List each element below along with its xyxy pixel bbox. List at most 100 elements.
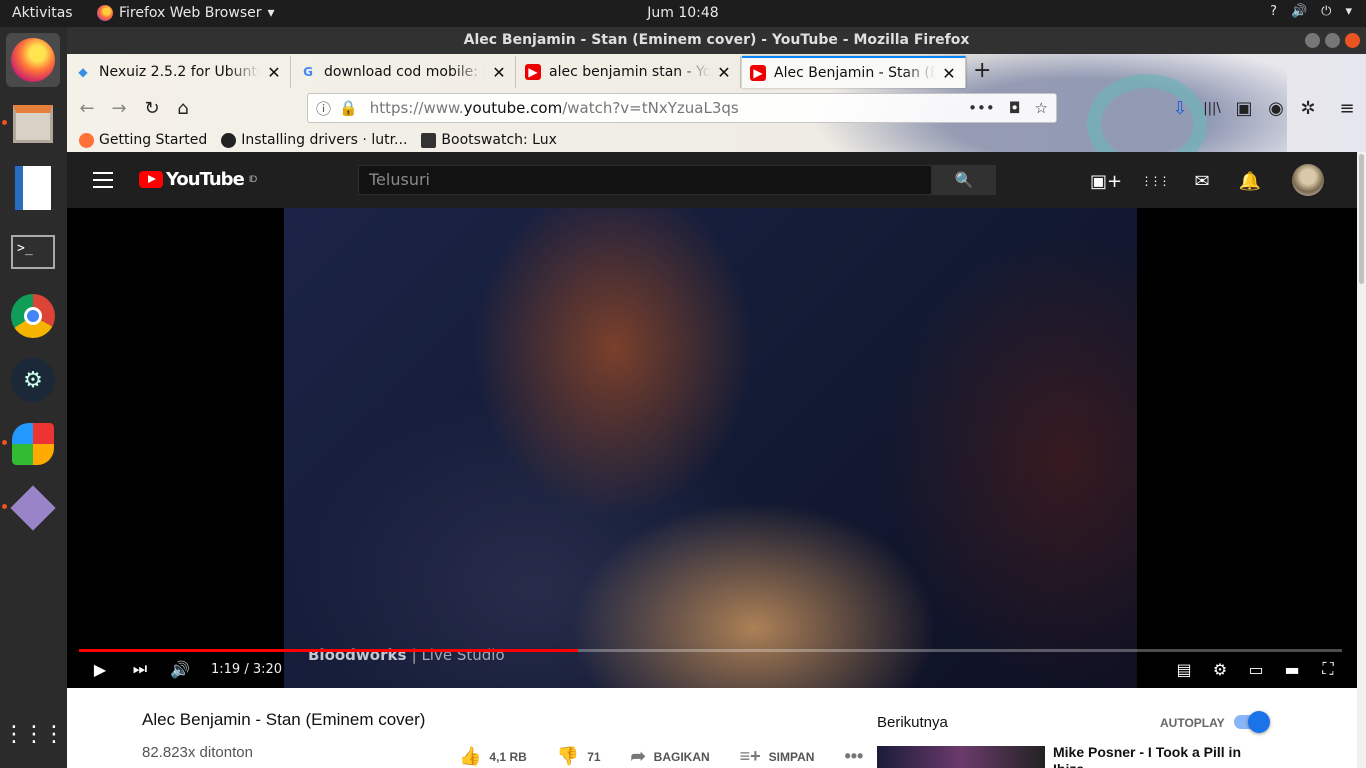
- system-tray[interactable]: ? 🔊 ⏻ ▾: [1270, 4, 1352, 19]
- tab-title: download cod mobile: lek: [324, 64, 485, 80]
- running-indicator: [2, 120, 7, 125]
- next-video-thumbnail[interactable]: [877, 746, 1045, 768]
- messages-icon[interactable]: ✉: [1190, 169, 1214, 193]
- url-path: /watch?v=tNxYzuaL3qs: [562, 99, 739, 117]
- tab-title: Nexuiz 2.5.2 for Ubuntu -: [99, 64, 260, 80]
- youtube-header: YouTube ID Telusuri 🔍 ▣+ ⋮⋮⋮ ✉ 🔔: [67, 152, 1357, 208]
- bookmark-getting-started[interactable]: Getting Started: [79, 132, 207, 148]
- video-player[interactable]: Bloodworks | Live Studio ▶ ⏭ 🔊 1:19 / 3:…: [67, 208, 1357, 688]
- close-tab-icon[interactable]: ✕: [266, 63, 282, 82]
- url-scheme: https://www.: [369, 99, 464, 117]
- volume-icon[interactable]: 🔊: [1291, 4, 1307, 19]
- dock-playonlinux[interactable]: [6, 417, 60, 471]
- bookmark-label: Installing drivers · lutr...: [241, 132, 408, 148]
- hamburger-menu-icon[interactable]: ≡: [1333, 94, 1361, 122]
- close-tab-icon[interactable]: ✕: [491, 63, 507, 82]
- account-icon[interactable]: ◉: [1262, 94, 1290, 122]
- scrollbar-thumb[interactable]: [1359, 154, 1364, 284]
- dock-steam[interactable]: ⚙: [6, 353, 60, 407]
- video-frame[interactable]: Bloodworks | Live Studio: [284, 208, 1137, 688]
- chrome-icon: [11, 294, 55, 338]
- miniplayer-button[interactable]: ▭: [1247, 660, 1265, 679]
- library-icon[interactable]: |||\: [1198, 94, 1226, 122]
- reload-button[interactable]: ↻: [138, 94, 166, 122]
- sidebar-icon[interactable]: ▣: [1230, 94, 1258, 122]
- downloads-icon[interactable]: ⇩: [1166, 94, 1194, 122]
- search-input[interactable]: Telusuri: [358, 165, 932, 195]
- page-scrollbar[interactable]: [1357, 152, 1366, 768]
- github-icon: [221, 132, 237, 148]
- search-button[interactable]: 🔍: [932, 165, 996, 195]
- dock-firefox[interactable]: [6, 33, 60, 87]
- extension-icon[interactable]: ✲: [1294, 94, 1322, 122]
- share-icon[interactable]: ➦: [631, 746, 646, 767]
- files-icon: [13, 105, 53, 143]
- window-title: Alec Benjamin - Stan (Eminem cover) - Yo…: [463, 32, 970, 48]
- page-actions-icon[interactable]: •••: [968, 99, 995, 117]
- bookmark-installing-drivers[interactable]: Installing drivers · lutr...: [221, 132, 407, 148]
- save-playlist-icon[interactable]: ≡+: [740, 746, 761, 767]
- new-tab-button[interactable]: +: [973, 58, 991, 83]
- apps-icon[interactable]: ⋮⋮⋮: [1141, 169, 1171, 193]
- settings-button[interactable]: ⚙: [1211, 660, 1229, 679]
- clock[interactable]: Jum 10:48: [0, 5, 1366, 21]
- tab-youtube-video[interactable]: ▶ Alec Benjamin - Stan (Emi ✕: [742, 56, 966, 88]
- tab-google-search[interactable]: G download cod mobile: lek ✕: [292, 56, 516, 88]
- youtube-logo[interactable]: YouTube ID: [139, 169, 257, 190]
- progress-fill: [79, 649, 578, 652]
- home-button[interactable]: ⌂: [169, 94, 197, 122]
- view-count: 82.823x ditonton: [142, 744, 253, 761]
- theater-mode-button[interactable]: ▬: [1283, 660, 1301, 679]
- youtube-play-icon: [139, 171, 163, 188]
- playonlinux-icon: [12, 423, 54, 465]
- dock-chrome[interactable]: [6, 289, 60, 343]
- save-button[interactable]: SIMPAN: [769, 750, 815, 764]
- share-button[interactable]: BAGIKAN: [654, 750, 710, 764]
- more-actions-icon[interactable]: •••: [844, 746, 863, 767]
- play-button[interactable]: ▶: [91, 660, 109, 679]
- pocket-icon[interactable]: ◘: [1009, 99, 1021, 117]
- maximize-button[interactable]: [1325, 33, 1340, 48]
- tab-nexuiz[interactable]: ◆ Nexuiz 2.5.2 for Ubuntu - ✕: [67, 56, 291, 88]
- show-applications-button[interactable]: ⋮⋮⋮: [3, 707, 65, 761]
- help-icon[interactable]: ?: [1270, 4, 1277, 19]
- dock-app[interactable]: [6, 481, 60, 535]
- dock-writer[interactable]: [6, 161, 60, 215]
- power-icon[interactable]: ⏻: [1321, 4, 1331, 19]
- next-video-button[interactable]: ⏭: [131, 659, 149, 678]
- page-actions: ••• ◘ ☆: [968, 99, 1056, 117]
- back-button[interactable]: ←: [73, 94, 101, 122]
- progress-bar[interactable]: [79, 649, 1342, 652]
- close-tab-icon[interactable]: ✕: [716, 63, 732, 82]
- bookmark-bootswatch[interactable]: Bootswatch: Lux: [421, 132, 557, 148]
- toggle-knob: [1248, 711, 1270, 733]
- tab-youtube-search[interactable]: ▶ alec benjamin stan - YouT ✕: [517, 56, 741, 88]
- minimize-button[interactable]: [1305, 33, 1320, 48]
- site-info-icon[interactable]: ⓘ: [316, 98, 331, 119]
- like-count[interactable]: 4,1 RB: [489, 750, 526, 764]
- bookmark-label: Bootswatch: Lux: [441, 132, 557, 148]
- google-favicon-icon: G: [303, 65, 313, 79]
- autoplay-label: AUTOPLAY: [1160, 716, 1225, 730]
- volume-button[interactable]: 🔊: [170, 660, 190, 679]
- subtitles-button[interactable]: ▤: [1175, 660, 1193, 679]
- fullscreen-button[interactable]: ⛶: [1319, 659, 1337, 678]
- dislike-icon[interactable]: 👎: [557, 746, 579, 767]
- like-icon[interactable]: 👍: [459, 746, 481, 767]
- guide-menu-icon[interactable]: [93, 172, 113, 188]
- tab-title: alec benjamin stan - YouT: [549, 64, 710, 80]
- avatar[interactable]: [1292, 164, 1324, 196]
- close-tab-icon[interactable]: ✕: [941, 64, 957, 83]
- url-bar[interactable]: ⓘ 🔒 https://www. youtube.com/watch?v=tNxY…: [307, 93, 1057, 123]
- dock-files[interactable]: [6, 97, 60, 151]
- dislike-count[interactable]: 71: [587, 750, 600, 764]
- autoplay-toggle[interactable]: [1234, 711, 1270, 733]
- create-video-icon[interactable]: ▣+: [1090, 169, 1122, 193]
- bookmark-star-icon[interactable]: ☆: [1035, 99, 1048, 117]
- dock-terminal[interactable]: >_: [6, 225, 60, 279]
- notifications-bell-icon[interactable]: 🔔: [1238, 169, 1262, 193]
- tray-menu-icon[interactable]: ▾: [1345, 4, 1352, 19]
- close-window-button[interactable]: [1345, 33, 1360, 48]
- next-video-title[interactable]: Mike Posner - I Took a Pill in Ibiza: [1053, 744, 1253, 768]
- forward-button[interactable]: →: [105, 94, 133, 122]
